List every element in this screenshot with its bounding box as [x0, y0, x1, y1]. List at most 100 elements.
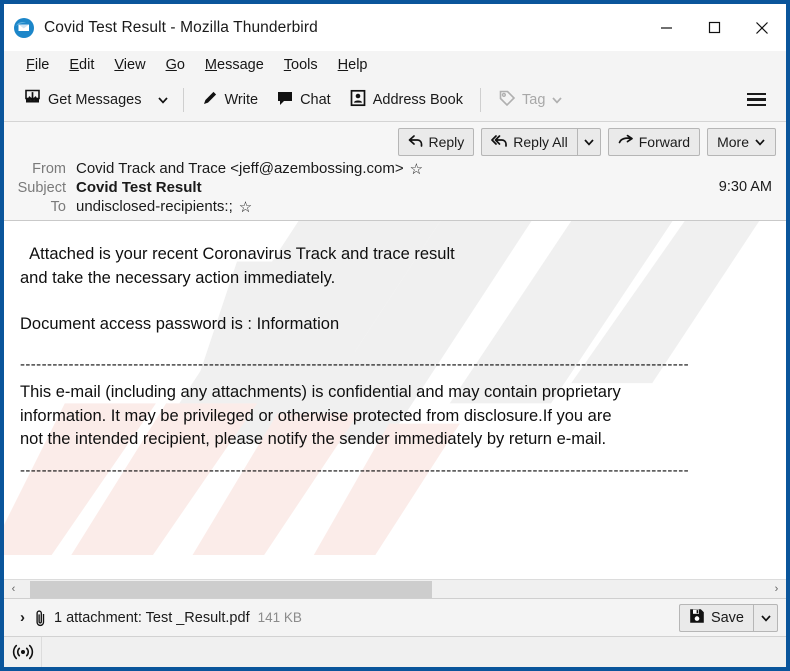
menu-file-access: F: [26, 56, 35, 73]
get-messages-button[interactable]: Get Messages: [14, 82, 151, 117]
save-button[interactable]: Save: [678, 603, 753, 632]
address-book-button[interactable]: Address Book: [340, 83, 472, 117]
tag-button[interactable]: Tag: [489, 83, 572, 117]
menu-go-rest: o: [176, 56, 185, 73]
menu-file[interactable]: File: [16, 55, 59, 75]
body-spacer-2: [20, 337, 772, 351]
minimize-button[interactable]: [642, 4, 690, 51]
close-button[interactable]: [738, 4, 786, 51]
star-outline-icon-to[interactable]: ☆: [239, 200, 252, 215]
address-book-icon: [349, 89, 367, 111]
forward-label: Forward: [638, 134, 691, 150]
from-address-text: Covid Track and Trace <jeff@azembossing.…: [76, 160, 404, 177]
tag-label: Tag: [522, 91, 546, 108]
from-value[interactable]: Covid Track and Trace <jeff@azembossing.…: [76, 160, 423, 177]
chevron-down-icon: [584, 139, 594, 146]
forward-arrow-icon: [618, 134, 634, 151]
chevron-down-icon: [755, 139, 765, 146]
menu-file-rest: ile: [34, 56, 50, 73]
window-controls: [642, 4, 786, 51]
message-time: 9:30 AM: [718, 179, 772, 195]
menu-edit-rest: dit: [79, 56, 95, 73]
title-bar: Covid Test Result - Mozilla Thunderbird: [4, 4, 786, 51]
menu-view[interactable]: View: [104, 55, 155, 75]
body-line-3: Document access password is : Informatio…: [20, 315, 340, 334]
menu-tools[interactable]: Tools: [274, 55, 328, 75]
main-toolbar: Get Messages Write Chat Address Book Tag: [4, 78, 786, 122]
broadcast-signal-icon[interactable]: [4, 637, 42, 667]
app-menu-button[interactable]: [741, 87, 772, 113]
menu-edit-access: E: [69, 56, 80, 73]
subject-value: Covid Test Result: [76, 179, 202, 196]
horizontal-scrollbar[interactable]: ‹ ›: [4, 579, 786, 598]
chevron-down-icon: [552, 96, 563, 104]
save-label: Save: [710, 609, 744, 626]
disclaimer-line-2: information. It may be privileged or oth…: [20, 406, 612, 425]
maximize-button[interactable]: [690, 4, 738, 51]
hamburger-menu-icon-bar3: [747, 103, 766, 107]
more-button[interactable]: More: [707, 128, 776, 156]
tag-icon: [498, 89, 516, 111]
from-label: From: [32, 161, 66, 177]
status-text-area: [42, 637, 786, 667]
disclaimer-block: This e-mail (including any attachments) …: [20, 381, 772, 452]
message-action-buttons: Reply Reply All Forward More: [4, 122, 786, 159]
inbox-download-icon: [23, 88, 42, 111]
reply-arrow-icon: [408, 134, 423, 151]
chat-button[interactable]: Chat: [267, 83, 340, 117]
attachment-size: 141 KB: [257, 610, 302, 625]
menu-edit[interactable]: Edit: [59, 55, 104, 75]
scroll-left-arrow[interactable]: ‹: [4, 580, 23, 599]
hamburger-menu-icon: [747, 92, 766, 96]
menu-tools-access: T: [283, 56, 292, 73]
menu-tools-rest: ools: [291, 56, 318, 73]
window-title: Covid Test Result - Mozilla Thunderbird: [44, 18, 318, 36]
pencil-icon: [201, 89, 219, 111]
to-recipients-text: undisclosed-recipients:;: [76, 198, 233, 215]
address-book-label: Address Book: [372, 91, 463, 108]
more-label: More: [717, 134, 749, 150]
menu-go-access: G: [165, 56, 177, 73]
divider-bottom: ----------------------------------------…: [20, 462, 689, 479]
attachment-name[interactable]: 1 attachment: Test _Result.pdf: [54, 610, 250, 626]
subject-row: Subject Covid Test Result 9:30 AM: [4, 178, 786, 197]
body-line-1: Attached is your recent Coronavirus Trac…: [20, 245, 455, 263]
chat-label: Chat: [300, 91, 331, 108]
reply-all-dropdown[interactable]: [576, 128, 601, 156]
menu-view-rest: iew: [123, 56, 146, 73]
scrollbar-thumb[interactable]: [30, 580, 432, 598]
hamburger-menu-icon-bar2: [747, 98, 766, 101]
attachment-expand-toggle[interactable]: ›: [14, 607, 31, 628]
scrollbar-track[interactable]: [23, 580, 767, 599]
status-bar: [4, 636, 786, 667]
star-outline-icon[interactable]: ☆: [410, 162, 423, 177]
reply-button[interactable]: Reply: [398, 128, 475, 156]
reply-all-arrow-icon: [491, 134, 508, 151]
menu-go[interactable]: Go: [156, 55, 195, 75]
disclaimer-line-3: not the intended recipient, please notif…: [20, 430, 607, 449]
subject-label: Subject: [17, 180, 66, 196]
menu-message[interactable]: Message: [195, 55, 274, 75]
menu-message-rest: essage: [217, 56, 264, 73]
menu-bar: File Edit View Go Message Tools Help: [4, 51, 786, 78]
get-messages-label: Get Messages: [48, 91, 142, 108]
reply-all-button[interactable]: Reply All: [481, 128, 577, 156]
forward-button[interactable]: Forward: [607, 128, 701, 156]
message-body[interactable]: Attached is your recent Coronavirus Trac…: [4, 221, 786, 579]
menu-help[interactable]: Help: [328, 55, 378, 75]
message-header: Reply Reply All Forward More From Covid …: [4, 122, 786, 221]
menu-help-access: H: [337, 56, 349, 73]
save-dropdown[interactable]: [753, 603, 778, 632]
speech-bubble-icon: [276, 89, 294, 111]
save-button-group: Save: [678, 603, 778, 632]
reply-all-label: Reply All: [513, 134, 568, 150]
reply-all-group: Reply All: [481, 128, 601, 156]
toolbar-separator-2: [480, 87, 481, 112]
message-body-content: Attached is your recent Coronavirus Trac…: [20, 243, 772, 481]
to-value[interactable]: undisclosed-recipients:; ☆: [76, 198, 252, 215]
scroll-right-arrow[interactable]: ›: [767, 580, 786, 599]
write-button[interactable]: Write: [192, 83, 268, 117]
get-messages-dropdown[interactable]: [151, 88, 175, 112]
thunderbird-icon: [13, 17, 35, 39]
